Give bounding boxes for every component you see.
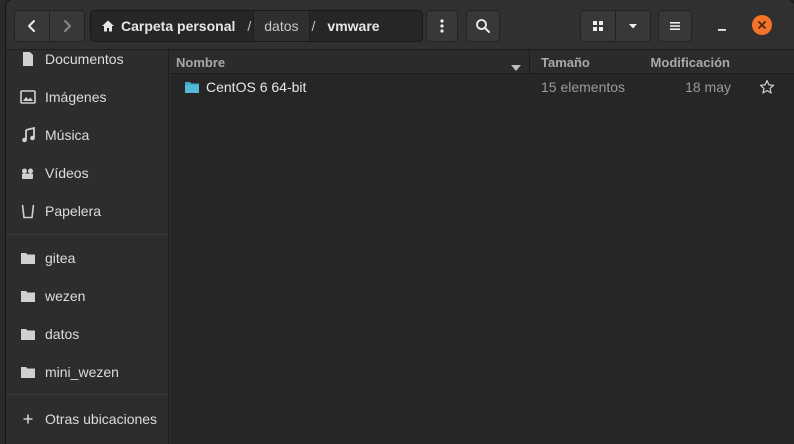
sidebar-item-label: gitea [45,250,76,266]
file-name: CentOS 6 64-bit [206,78,307,95]
breadcrumb-home[interactable]: Carpeta personal [91,11,245,41]
forward-button[interactable] [49,10,85,42]
sidebar-item-imagenes[interactable]: Imágenes [6,80,168,114]
star-button[interactable] [758,78,776,96]
sidebar-divider [6,394,168,395]
folder-icon [20,250,36,266]
sidebar-item-label: wezen [45,288,86,304]
sort-descending-icon [511,59,521,74]
sidebar-item-gitea[interactable]: gitea [6,241,168,275]
chevron-left-icon [28,20,35,32]
chevron-down-icon [629,24,637,29]
sidebar-item-label: Papelera [45,203,102,219]
kebab-menu-icon [440,19,444,33]
minimize-icon [718,29,726,31]
hamburger-icon [670,22,680,30]
file-size: 15 elementos [541,78,626,95]
breadcrumb-vmware-label: vmware [327,18,380,34]
folder-icon [20,288,36,304]
home-icon [101,19,115,33]
star-icon [759,79,775,94]
breadcrumb-datos-label: datos [264,18,299,34]
column-header-name-label: Nombre [176,54,226,70]
column-header-modified-label: Modificación [650,54,730,70]
image-icon [20,89,36,105]
view-options-button[interactable] [615,10,651,42]
sidebar-item-other-locations[interactable]: Otras ubicaciones [6,402,168,436]
file-modified: 18 may [685,78,731,95]
sidebar-item-label: Imágenes [45,89,107,105]
column-header-modified[interactable]: Modificación [630,50,730,74]
folder-icon [20,326,36,342]
breadcrumb: Carpeta personal / datos / vmware [90,10,423,42]
close-button[interactable] [752,15,772,35]
sidebar-item-musica[interactable]: Música [6,118,168,152]
sidebar-item-mini-wezen[interactable]: mini_wezen [6,355,168,389]
sidebar-item-documentos[interactable]: Documentos [6,42,168,76]
back-button[interactable] [14,10,50,42]
sidebar-item-wezen[interactable]: wezen [6,279,168,313]
sidebar-item-label: datos [45,326,80,342]
table-row[interactable]: CentOS 6 64-bit 15 elementos 18 may [170,74,794,99]
sidebar-item-papelera[interactable]: Papelera [6,194,168,228]
grid-icon [593,21,603,31]
video-icon [20,165,36,181]
close-icon [758,21,766,29]
folder-icon [184,80,200,94]
location-menu-button[interactable] [426,10,458,42]
file-name-cell: CentOS 6 64-bit [184,74,306,99]
folder-icon [20,364,36,380]
sidebar-item-label: mini_wezen [45,364,119,380]
sidebar-item-videos[interactable]: Vídeos [6,156,168,190]
music-icon [20,127,36,143]
breadcrumb-vmware[interactable]: vmware [317,11,389,41]
main-menu-button[interactable] [658,10,692,42]
column-header: Nombre Tamaño Modificación [170,50,794,74]
document-icon [20,51,36,67]
column-header-size[interactable]: Tamaño [541,50,641,74]
trash-icon [20,203,36,219]
sidebar-item-label: Otras ubicaciones [45,411,158,427]
sidebar-item-label: Documentos [45,51,124,67]
sidebar-item-label: Música [45,127,90,143]
breadcrumb-home-label: Carpeta personal [121,18,236,34]
breadcrumb-separator: / [311,18,316,34]
sidebar-item-datos[interactable]: datos [6,317,168,351]
breadcrumb-separator: / [247,18,252,34]
file-list-view: Nombre Tamaño Modificación CentOS 6 64-b… [170,50,794,444]
column-header-size-label: Tamaño [541,54,590,70]
chevron-right-icon [64,20,71,32]
minimize-button[interactable] [710,14,734,38]
sidebar-divider [6,234,168,235]
breadcrumb-datos[interactable]: datos [253,11,310,41]
column-header-name[interactable]: Nombre [176,50,530,74]
sidebar-item-label: Vídeos [45,165,89,181]
search-button[interactable] [466,10,500,42]
file-manager-window: Carpeta personal / datos / vmware Docume… [6,0,794,444]
search-icon [476,19,490,33]
plus-icon [20,411,36,427]
sidebar: Documentos Imágenes Música Vídeos Papele… [6,50,169,444]
grid-view-button[interactable] [580,10,616,42]
